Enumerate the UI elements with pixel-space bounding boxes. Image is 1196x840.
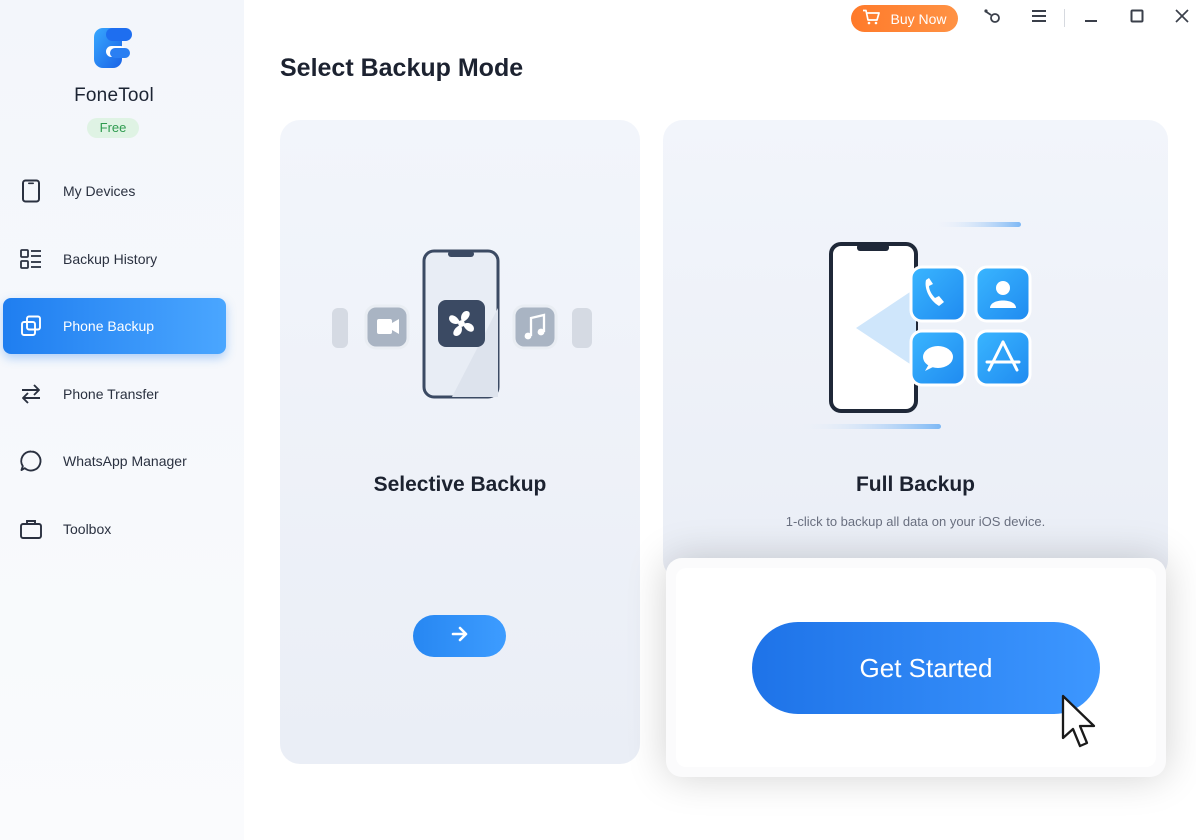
sidebar-item-label: WhatsApp Manager xyxy=(63,453,187,469)
full-backup-card[interactable]: Full Backup 1-click to backup all data o… xyxy=(663,120,1168,580)
selective-backup-title: Selective Backup xyxy=(373,473,547,496)
feedback-button[interactable] xyxy=(981,7,1003,29)
menu-button[interactable] xyxy=(1028,7,1050,29)
full-backup-title: Full Backup xyxy=(855,473,976,496)
maximize-icon xyxy=(1129,8,1145,29)
sidebar-item-whatsapp-manager[interactable]: WhatsApp Manager xyxy=(3,433,226,489)
sidebar: FoneTool Free My Devices Backup History … xyxy=(0,0,244,840)
buy-now-label: Buy Now xyxy=(890,10,947,27)
sidebar-item-label: Phone Transfer xyxy=(63,385,159,402)
titlebar-divider xyxy=(1064,9,1065,27)
selective-backup-next-button[interactable] xyxy=(413,615,506,657)
sidebar-item-label: Phone Backup xyxy=(63,318,155,334)
sidebar-item-phone-transfer[interactable]: Phone Transfer xyxy=(3,366,226,422)
phone-icon xyxy=(19,179,43,203)
minimize-icon xyxy=(1083,8,1099,29)
mouse-pointer-icon xyxy=(1058,693,1102,753)
page-title: Select Backup Mode xyxy=(280,54,524,82)
sidebar-item-my-devices[interactable]: My Devices xyxy=(3,163,226,219)
app-name: FoneTool xyxy=(74,85,154,106)
sidebar-item-toolbox[interactable]: Toolbox xyxy=(3,501,226,557)
close-icon xyxy=(1174,8,1190,29)
transfer-arrows-icon xyxy=(19,382,43,406)
full-backup-description: 1-click to backup all data on your iOS d… xyxy=(785,514,1046,529)
chat-bubble-icon xyxy=(19,449,43,473)
close-button[interactable] xyxy=(1171,7,1193,29)
get-started-button[interactable]: Get Started xyxy=(752,622,1100,714)
connect-icon xyxy=(982,7,1002,30)
list-icon xyxy=(19,247,43,271)
sidebar-item-phone-backup[interactable]: Phone Backup xyxy=(3,298,226,354)
sidebar-nav: My Devices Backup History Phone Backup P… xyxy=(0,163,244,568)
sidebar-item-label: Backup History xyxy=(63,250,158,267)
sidebar-item-label: My Devices xyxy=(63,183,136,199)
buy-now-button[interactable]: Buy Now xyxy=(851,5,958,32)
cart-icon xyxy=(862,9,881,28)
arrow-right-icon xyxy=(451,626,469,647)
full-backup-illustration xyxy=(801,218,1041,433)
selective-backup-card[interactable]: Selective Backup xyxy=(280,120,640,764)
maximize-button[interactable] xyxy=(1126,7,1148,29)
minimize-button[interactable] xyxy=(1080,7,1102,29)
briefcase-icon xyxy=(19,517,43,541)
sidebar-item-label: Toolbox xyxy=(63,520,112,537)
sidebar-item-backup-history[interactable]: Backup History xyxy=(3,231,226,287)
hamburger-icon xyxy=(1030,9,1048,28)
plan-badge: Free xyxy=(87,118,139,138)
fonetool-logo xyxy=(92,26,136,70)
selective-backup-illustration xyxy=(332,248,592,403)
copy-icon xyxy=(19,314,43,338)
